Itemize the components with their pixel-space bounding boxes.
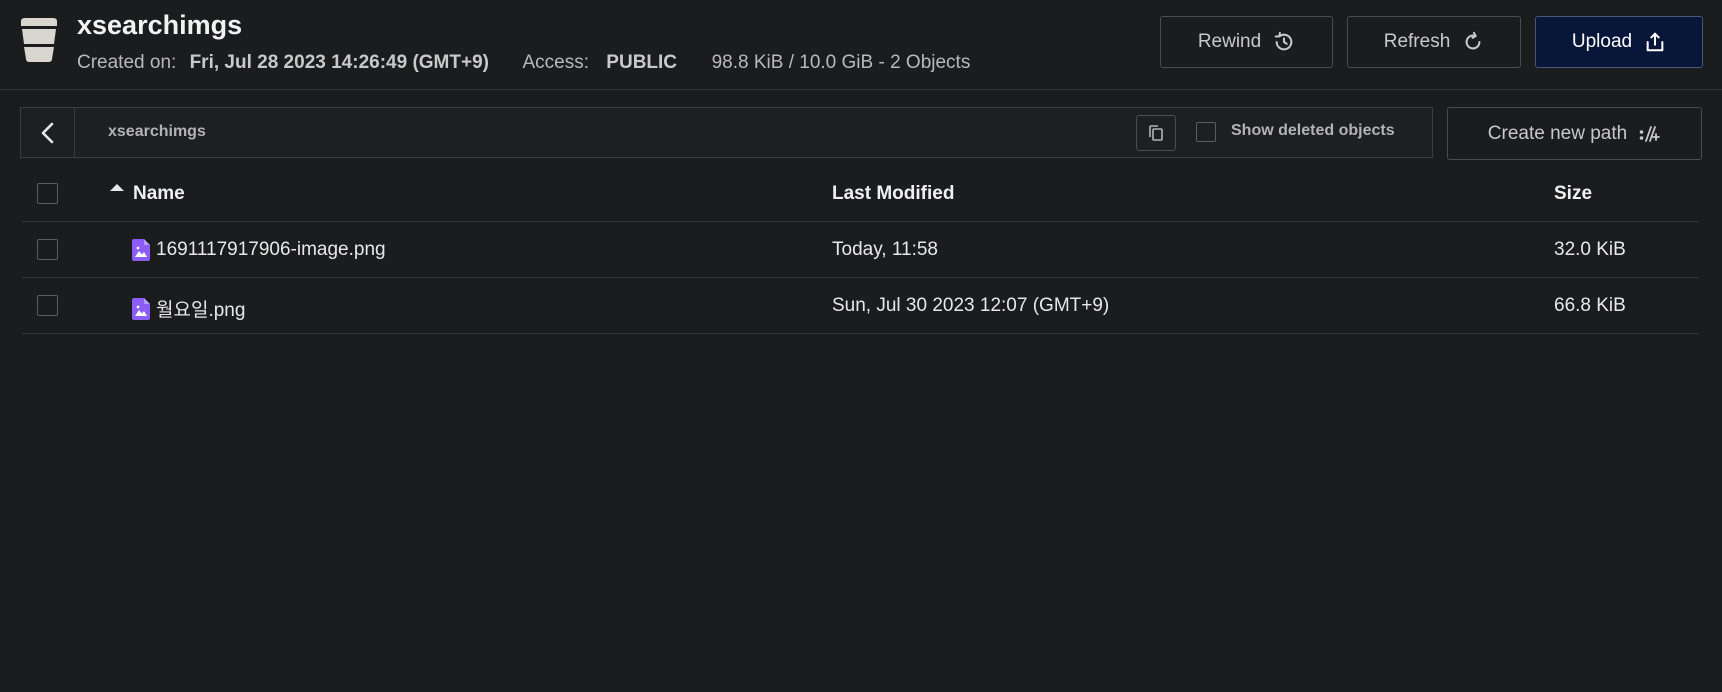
created-value: Fri, Jul 28 2023 14:26:49 (GMT+9): [189, 52, 489, 73]
path-bar: xsearchimgs Show deleted objects: [20, 107, 1433, 158]
usage-summary: 98.8 KiB / 10.0 GiB - 2 Objects: [711, 52, 971, 73]
file-modified: Sun, Jul 30 2023 12:07 (GMT+9): [832, 295, 1110, 316]
upload-icon: [1646, 32, 1664, 52]
bucket-title: xsearchimgs: [77, 10, 243, 40]
access-value: PUBLIC: [606, 52, 678, 73]
file-name-cell[interactable]: 월요일.png: [132, 295, 245, 322]
back-button[interactable]: [21, 108, 75, 157]
file-size: 32.0 KiB: [1554, 239, 1626, 260]
upload-button[interactable]: Upload: [1535, 16, 1703, 68]
objects-table: Name Last Modified Size 1691117917906-im…: [22, 166, 1699, 334]
access-label: Access:: [522, 52, 590, 73]
current-path[interactable]: xsearchimgs: [108, 123, 206, 141]
bucket-header: xsearchimgs Created on: Fri, Jul 28 2023…: [0, 0, 1722, 90]
table-header: Name Last Modified Size: [22, 166, 1699, 222]
bucket-icon: [21, 18, 57, 62]
sort-asc-icon[interactable]: [110, 184, 124, 191]
table-row[interactable]: 1691117917906-image.png Today, 11:58 32.…: [22, 222, 1699, 278]
image-file-icon: [132, 239, 150, 261]
select-all-checkbox[interactable]: [37, 183, 58, 204]
history-icon: [1274, 31, 1293, 51]
file-name-cell[interactable]: 1691117917906-image.png: [132, 239, 386, 261]
column-name-header[interactable]: Name: [133, 183, 185, 205]
upload-button-label: Upload: [1571, 31, 1633, 52]
rewind-button[interactable]: Rewind: [1160, 16, 1333, 68]
table-row[interactable]: 월요일.png Sun, Jul 30 2023 12:07 (GMT+9) 6…: [22, 278, 1699, 334]
new-path-icon: [1639, 125, 1661, 142]
file-modified: Today, 11:58: [832, 239, 938, 260]
file-name[interactable]: 1691117917906-image.png: [156, 239, 386, 261]
row-checkbox[interactable]: [37, 295, 58, 316]
rewind-button-label: Rewind: [1197, 31, 1262, 52]
refresh-button-label: Refresh: [1383, 31, 1451, 52]
show-deleted-label[interactable]: Show deleted objects: [1231, 122, 1395, 140]
bucket-meta: Created on: Fri, Jul 28 2023 14:26:49 (G…: [77, 52, 970, 74]
file-name[interactable]: 월요일.png: [156, 295, 245, 322]
copy-path-button[interactable]: [1136, 115, 1176, 151]
copy-icon: [1149, 125, 1163, 141]
show-deleted-checkbox[interactable]: [1196, 122, 1216, 142]
created-label: Created on:: [77, 52, 177, 73]
row-checkbox[interactable]: [37, 239, 58, 260]
create-new-path-button[interactable]: Create new path: [1447, 107, 1702, 160]
file-size: 66.8 KiB: [1554, 295, 1626, 316]
refresh-button[interactable]: Refresh: [1347, 16, 1521, 68]
create-new-path-label: Create new path: [1487, 122, 1628, 144]
chevron-left-icon: [41, 122, 53, 143]
column-size-header[interactable]: Size: [1554, 183, 1592, 205]
column-modified-header[interactable]: Last Modified: [832, 183, 954, 205]
image-file-icon: [132, 297, 150, 320]
refresh-icon: [1465, 31, 1481, 50]
